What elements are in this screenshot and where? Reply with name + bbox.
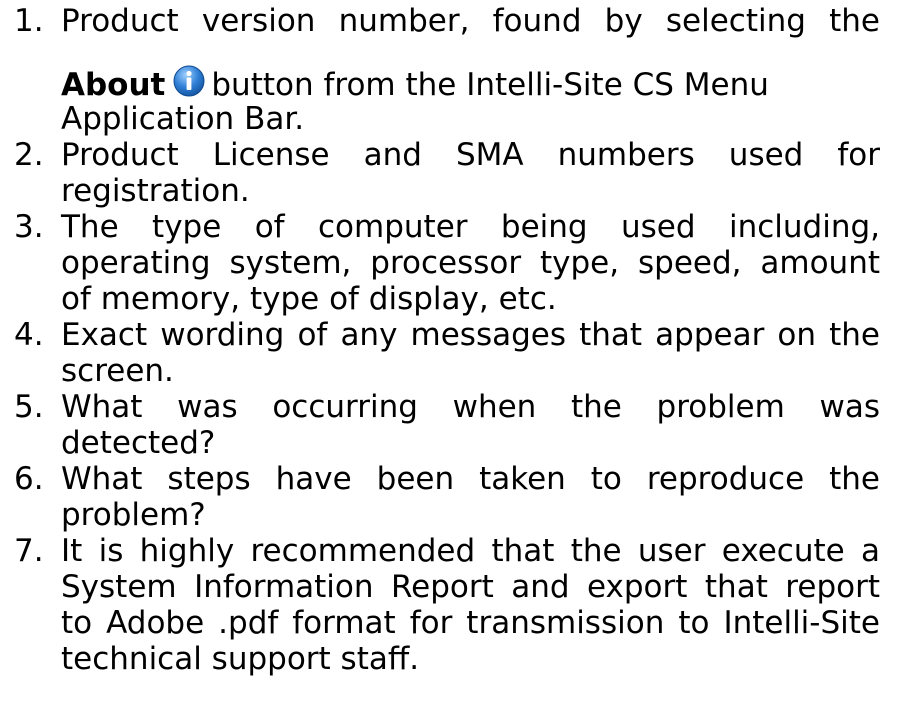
list-item-number: 6. — [14, 461, 44, 497]
list-item-text: screen. — [61, 353, 174, 389]
list-item-text-continued: button from the Intelli-Site CS Menu — [211, 67, 769, 103]
list-item-text: detected? — [61, 425, 216, 461]
list-item-text: of memory, type of display, etc. — [61, 281, 557, 317]
list-item-number: 2. — [14, 137, 44, 173]
list-item-number: 4. — [14, 317, 44, 353]
list-item-text: problem? — [61, 497, 206, 533]
list-item-number: 3. — [14, 209, 44, 245]
list-item-text: Exact wording of any messages that appea… — [61, 317, 880, 353]
info-icon — [173, 65, 205, 97]
list-item-text: The type of computer being used includin… — [61, 209, 880, 245]
list-item-number: 5. — [14, 389, 44, 425]
list-item-text: What was occurring when the problem was — [61, 389, 880, 425]
support-info-list: 1. Product version number, found by sele… — [0, 0, 904, 721]
list-item-number: 7. — [14, 533, 44, 569]
list-item-text: Application Bar. — [61, 101, 305, 137]
list-item-text: System Information Report and export tha… — [61, 569, 880, 605]
list-item-text: Product version number, found by selecti… — [61, 3, 880, 39]
list-item-text: What steps have been taken to reproduce … — [61, 461, 880, 497]
list-item-text: It is highly recommended that the user e… — [61, 533, 880, 569]
list-item-number: 1. — [14, 3, 44, 39]
list-item-text: operating system, processor type, speed,… — [61, 245, 880, 281]
list-item-text: Product License and SMA numbers used for — [61, 137, 880, 173]
list-item-text: registration. — [61, 173, 250, 209]
list-item-text: About button from the Intelli-Site CS Me… — [61, 65, 880, 104]
list-item-text: technical support staff. — [61, 641, 420, 677]
list-item-text: to Adobe .pdf format for transmission to… — [61, 605, 880, 641]
about-label: About — [61, 67, 166, 103]
